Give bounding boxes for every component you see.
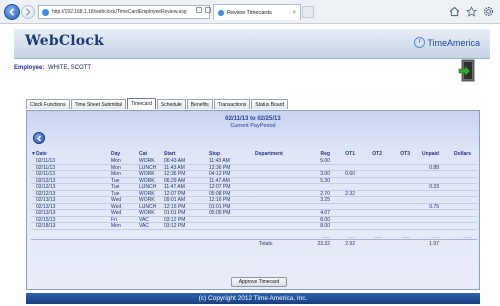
copyright-footer: (c) Copyright 2012 Time America, Inc. (26, 293, 480, 304)
browser-icons (448, 5, 494, 17)
app-header: WebClock TimeAmerica (14, 29, 490, 59)
tab-schedule[interactable]: Schedule (156, 99, 186, 109)
address-bar[interactable]: http://192.168.1.18/webclock/TimeCardEmp… (38, 5, 210, 19)
browser-tab[interactable]: Review Timecards × (213, 4, 301, 20)
forward-button[interactable] (21, 5, 35, 19)
arrow-left-icon (9, 8, 15, 16)
table-body: 02/11/13 Mon WORK 06:43 AM 11:43 AM 5.00 02/11… (31, 158, 477, 230)
timecard-table: ▼ Date Day Cat Start Stop Department Reg… (31, 151, 477, 247)
page-icon (42, 8, 49, 16)
arrow-left-icon (36, 135, 41, 141)
col-ot2: OT2 (372, 151, 382, 157)
cell-date: 02/18/13 (36, 223, 56, 229)
brand-text: TimeAmerica (427, 37, 480, 48)
webclock-page: WebClock TimeAmerica Employee: WHITE, SC… (14, 25, 490, 306)
search-icon[interactable] (196, 7, 202, 13)
cell-day: Mon (111, 223, 121, 229)
cell-reg: 8.00 (320, 223, 330, 229)
home-icon[interactable] (448, 5, 460, 17)
tab-timecard[interactable]: Timecard (127, 98, 156, 109)
cell-start: 03:12 PM (164, 223, 186, 229)
tab-bar: Clock Functions Time Sheet Submittal Tim… (26, 98, 289, 109)
sort-icon[interactable]: ▼ (31, 151, 36, 158)
tab-benefits[interactable]: Benefits (186, 99, 213, 109)
table-header: ▼ Date Day Cat Start Stop Department Reg… (31, 151, 477, 158)
col-unpaid: Unpaid (422, 151, 439, 157)
col-day: Day (111, 151, 121, 157)
new-tab-button[interactable] (302, 6, 314, 18)
clock-icon (414, 37, 426, 48)
tab-transactions[interactable]: Transactions (213, 99, 251, 109)
compat-icon[interactable] (205, 7, 211, 13)
timecard-panel: 02/11/13 to 02/25/13 Current PayPeriod ▼… (26, 110, 480, 290)
col-ot3: OT3 (400, 151, 410, 157)
pay-period-label: Current PayPeriod (230, 123, 276, 129)
total-unpaid: 1.97 (429, 240, 439, 247)
totals-label: Totals: (259, 240, 274, 247)
table-row[interactable]: 02/18/13 Mon VAC 03:12 PM 8.00 (31, 223, 477, 230)
tab-page-icon (218, 9, 224, 16)
favorites-icon[interactable] (465, 5, 477, 17)
previous-period-button[interactable] (33, 132, 45, 144)
col-dollars: Dollars (454, 151, 471, 157)
gear-icon[interactable] (482, 5, 494, 17)
employee-line: Employee: WHITE, SCOTT (14, 65, 91, 71)
col-reg: Reg (320, 151, 330, 157)
back-button[interactable] (4, 4, 20, 20)
arrow-right-icon (25, 8, 31, 16)
timeamerica-logo: TimeAmerica (414, 37, 480, 48)
col-start: Start (164, 151, 176, 157)
logout-icon[interactable] (458, 59, 476, 83)
col-date[interactable]: Date (36, 151, 76, 158)
pay-period-range: 02/11/13 to 02/25/13 (225, 116, 281, 122)
tab-time-sheet-submittal[interactable]: Time Sheet Submittal (70, 99, 127, 109)
col-stop: Stop (209, 151, 221, 157)
tab-title: Review Timecards (227, 9, 272, 16)
tab-status-board[interactable]: Status Board (251, 99, 289, 109)
approve-timecard-button[interactable]: Approve Timecard (231, 277, 287, 287)
total-reg: 23.32 (317, 240, 330, 247)
employee-label: Employee: (14, 65, 45, 71)
address-text: http://192.168.1.18/webclock/TimeCardEmp… (52, 9, 187, 15)
webclock-logo: WebClock (25, 33, 104, 49)
browser-toolbar: http://192.168.1.18/webclock/TimeCardEmp… (0, 0, 500, 24)
tab-close-icon[interactable]: × (292, 10, 296, 16)
total-ot1: 2.92 (345, 240, 355, 247)
employee-name: WHITE, SCOTT (48, 65, 92, 71)
col-ot1: OT1 (345, 151, 355, 157)
totals-row: Totals: 23.32 2.92 1.97 (31, 238, 477, 247)
tab-clock-functions[interactable]: Clock Functions (26, 99, 70, 109)
